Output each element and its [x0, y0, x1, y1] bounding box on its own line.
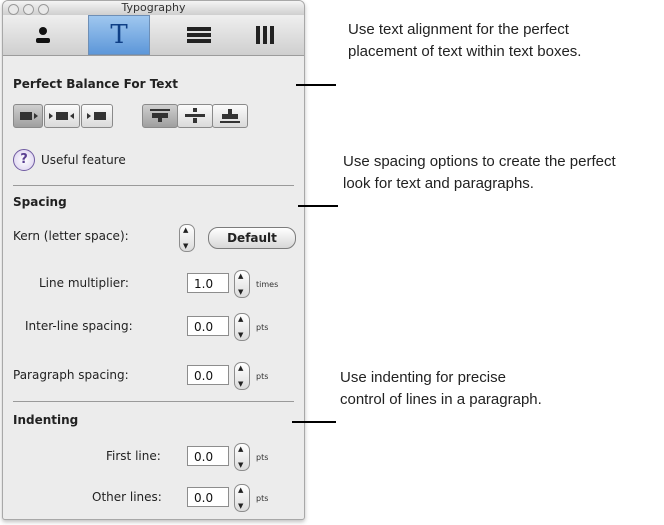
divider	[13, 401, 294, 402]
section-title-spacing: Spacing	[13, 195, 67, 209]
callout-spacing: Use spacing options to create the perfec…	[343, 151, 616, 195]
other-lines-field[interactable]: 0.0	[187, 487, 229, 507]
tab-columns[interactable]	[235, 19, 295, 51]
line-multiplier-label: Line multiplier:	[39, 276, 129, 290]
paragraph-spacing-unit: pts	[256, 372, 269, 381]
tab-text[interactable]: T	[88, 15, 150, 55]
interline-spacing-unit: pts	[256, 323, 269, 332]
align-right-icon	[87, 112, 106, 120]
callout-indenting-line2: control of lines in a paragraph.	[340, 391, 542, 408]
callout-spacing-line2: look for text and paragraphs.	[343, 175, 534, 192]
valign-bottom-icon	[220, 109, 240, 123]
section-title-indenting: Indenting	[13, 413, 79, 427]
line-multiplier-stepper[interactable]	[234, 270, 250, 298]
columns-icon	[256, 26, 274, 44]
align-center-button[interactable]	[44, 104, 80, 128]
kern-default-button[interactable]: Default	[208, 227, 296, 249]
window-title: Typography	[121, 1, 186, 14]
callout-indenting-line1: Use indenting for precise	[340, 369, 506, 386]
callout-alignment-line2: placement of text within text boxes.	[348, 43, 582, 60]
interline-spacing-stepper[interactable]	[234, 313, 250, 341]
line-multiplier-field[interactable]: 1.0	[187, 273, 229, 293]
callout-alignment-line1: Use text alignment for the perfect	[348, 21, 569, 38]
align-center-icon	[49, 112, 74, 120]
align-right-button[interactable]	[81, 104, 113, 128]
first-line-unit: pts	[256, 453, 269, 462]
align-left-button[interactable]	[13, 104, 43, 128]
person-icon	[36, 27, 50, 43]
other-lines-stepper[interactable]	[234, 484, 250, 512]
first-line-field[interactable]: 0.0	[187, 446, 229, 466]
callout-line	[292, 421, 336, 423]
line-multiplier-unit: times	[256, 280, 279, 289]
kern-label: Kern (letter space):	[13, 229, 129, 243]
valign-top-button[interactable]	[142, 104, 178, 128]
divider	[13, 185, 294, 186]
paragraph-spacing-stepper[interactable]	[234, 362, 250, 390]
valign-middle-button[interactable]	[177, 104, 213, 128]
section-title-balance: Perfect Balance For Text	[13, 77, 178, 91]
valign-bottom-button[interactable]	[212, 104, 248, 128]
title-bar: Typography	[3, 1, 304, 15]
first-line-stepper[interactable]	[234, 443, 250, 471]
callout-line	[296, 84, 336, 86]
kern-stepper[interactable]	[179, 224, 195, 252]
lines-icon	[187, 27, 211, 43]
useful-feature-label: Useful feature	[41, 153, 126, 167]
paragraph-spacing-label: Paragraph spacing:	[13, 368, 129, 382]
align-left-icon	[20, 112, 38, 120]
other-lines-unit: pts	[256, 494, 269, 503]
text-icon: T	[110, 20, 128, 50]
typography-panel: Typography T Perfect Balance For Text ? …	[2, 0, 305, 520]
tab-lines[interactable]	[169, 19, 229, 51]
valign-middle-icon	[185, 108, 205, 123]
help-icon[interactable]: ?	[13, 149, 35, 171]
other-lines-label: Other lines:	[92, 490, 162, 504]
tab-person[interactable]	[13, 19, 73, 51]
valign-top-icon	[150, 109, 170, 122]
paragraph-spacing-field[interactable]: 0.0	[187, 365, 229, 385]
interline-spacing-label: Inter-line spacing:	[25, 319, 133, 333]
callout-alignment: Use text alignment for the perfect place…	[348, 19, 581, 63]
tab-bar: T	[3, 15, 304, 56]
callout-indenting: Use indenting for precise control of lin…	[340, 367, 542, 411]
interline-spacing-field[interactable]: 0.0	[187, 316, 229, 336]
callout-spacing-line1: Use spacing options to create the perfec…	[343, 153, 616, 170]
first-line-label: First line:	[106, 449, 161, 463]
callout-line	[298, 205, 338, 207]
